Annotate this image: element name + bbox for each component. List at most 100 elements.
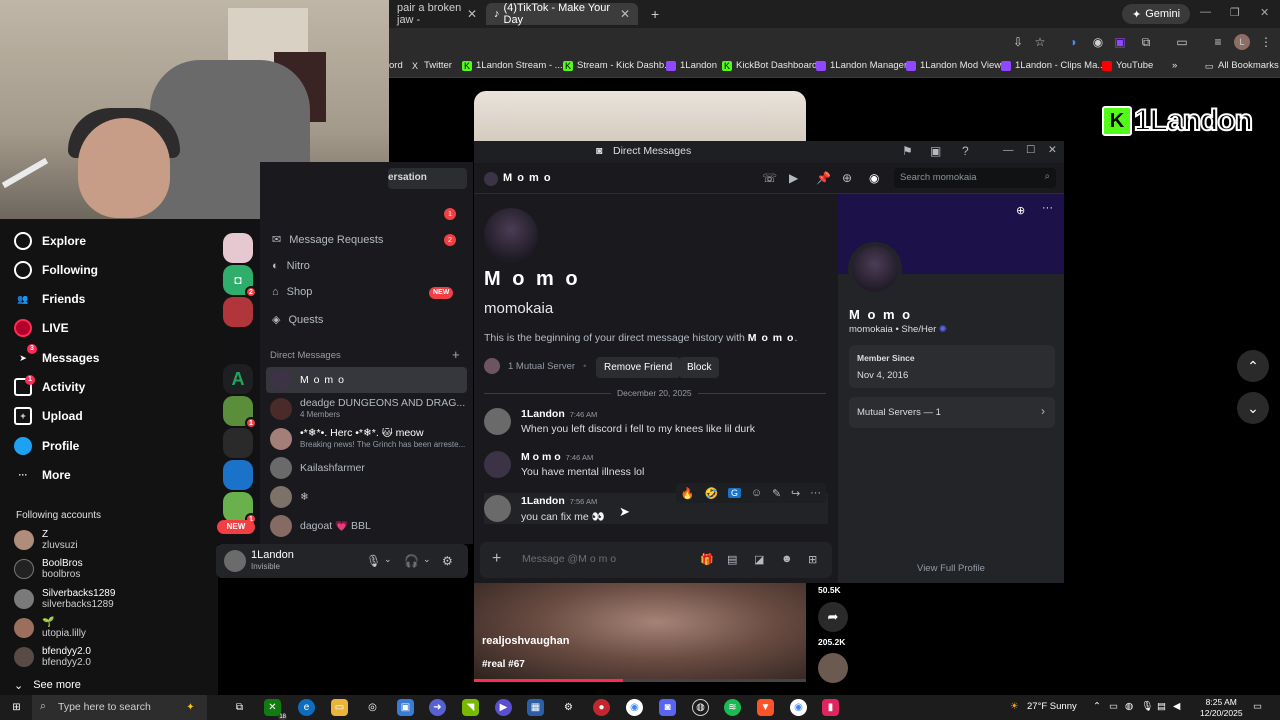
following-account[interactable]: bfendyy2.0 bfendyy2.0 [14, 646, 91, 668]
volume-icon[interactable]: ◀ [1173, 701, 1180, 712]
search-input[interactable]: Search momokaia ⌕ [894, 168, 1056, 188]
server-icon[interactable] [223, 233, 253, 263]
user-profile-icon[interactable]: ◉ [869, 171, 879, 185]
previous-video-button[interactable]: ⌃ [1237, 350, 1269, 382]
gear-icon[interactable]: ⚙ [442, 554, 453, 568]
minimize-icon[interactable]: — [1003, 144, 1014, 156]
flag-icon[interactable]: ⚑ [902, 144, 913, 158]
mutual-servers[interactable]: 1 Mutual Server • [484, 358, 586, 374]
nav-following[interactable]: Following [14, 261, 98, 279]
gift-icon[interactable]: 🎁 [700, 553, 714, 566]
xbox-icon[interactable]: ✕ 18 [264, 699, 287, 720]
see-more-link[interactable]: ⌄ See more [14, 679, 81, 692]
chevron-right-icon[interactable]: » [1172, 60, 1177, 71]
video-call-icon[interactable]: ▶ [789, 171, 798, 185]
create-dm-button[interactable]: + [452, 347, 460, 362]
bookmark-item[interactable]: K 1Landon Stream - ... [462, 60, 563, 71]
bookmark-item[interactable]: K KickBot Dashboard [722, 60, 817, 71]
chevron-up-icon[interactable]: ⌃ [1093, 701, 1101, 712]
tab-close-icon[interactable]: ✕ [467, 7, 477, 21]
tray-icon[interactable]: ◍ [1125, 701, 1133, 712]
dm-nav-quests[interactable]: ◈ Quests [272, 313, 323, 327]
system-clock[interactable]: 8:25 AM 12/20/2025 [1200, 697, 1243, 719]
install-icon[interactable]: ⇩ [1010, 34, 1026, 50]
kebab-menu-icon[interactable]: ⋮ [1258, 34, 1274, 50]
all-bookmarks[interactable]: ▭ All Bookmarks [1204, 60, 1279, 71]
bookmark-youtube[interactable]: YouTube [1102, 60, 1153, 71]
microphone-icon[interactable]: 🎙 [1141, 701, 1153, 712]
emoji-icon[interactable]: ☻ [781, 553, 793, 565]
tab-close-icon[interactable]: ✕ [620, 7, 630, 21]
app-icon[interactable]: ▶ [495, 699, 512, 716]
next-video-button[interactable]: ⌄ [1237, 392, 1269, 424]
add-reaction-icon[interactable]: ☺ [751, 487, 762, 499]
minimize-icon[interactable]: — [1200, 6, 1211, 18]
inbox-icon[interactable]: ▣ [930, 144, 941, 158]
server-icon[interactable] [223, 297, 253, 327]
extension-icon[interactable]: ◗ [1066, 34, 1082, 50]
following-account[interactable]: Silverbacks1289 silverbacks1289 [14, 588, 115, 610]
sparkle-icon[interactable]: ✦ [182, 699, 199, 716]
dm-nav-shop[interactable]: ⌂ Shop NEW [272, 286, 454, 299]
server-icon[interactable] [223, 460, 253, 490]
tab-search-icon[interactable]: ≡ [1210, 34, 1226, 50]
bookmark-item[interactable]: K Stream - Kick Dashb... [563, 60, 672, 71]
nav-messages[interactable]: ➤ 3 Messages [14, 344, 99, 367]
reply-icon[interactable]: ↪ [791, 487, 800, 500]
server-icon[interactable]: 1 [223, 492, 257, 525]
gif-icon[interactable]: ▤ [727, 553, 737, 566]
following-account[interactable]: Zzluvsuzi [14, 529, 78, 551]
store-icon[interactable]: ▣ [397, 699, 414, 716]
extension-icon[interactable]: ◉ [1090, 34, 1106, 50]
remove-friend-button[interactable]: Remove Friend [596, 357, 681, 378]
chevron-down-icon[interactable]: ⌄ [423, 554, 431, 565]
video-username[interactable]: realjoshvaughan [482, 635, 569, 647]
server-icon[interactable]: ◘ 2 [223, 265, 257, 298]
add-friend-icon[interactable]: ⊕ [842, 171, 852, 185]
profile-avatar[interactable] [848, 242, 902, 296]
spotify-icon[interactable]: ≋ [724, 699, 741, 716]
nav-live[interactable]: LIVE [14, 319, 69, 337]
video-progress-bar[interactable] [474, 679, 806, 682]
dm-item[interactable]: dagoat 💗 BBL [266, 513, 467, 539]
block-button[interactable]: Block [679, 357, 720, 378]
tray-icon[interactable]: ▭ [1109, 701, 1118, 712]
nav-activity[interactable]: 1 Activity [14, 375, 85, 396]
twitch-extension-icon[interactable]: ▣ [1112, 34, 1128, 50]
tiktok-video-top[interactable] [474, 91, 806, 141]
dm-nav-nitro[interactable]: ◐ Nitro [272, 260, 310, 272]
help-icon[interactable]: ? [962, 144, 969, 158]
server-icon[interactable]: A [223, 364, 253, 394]
server-icon[interactable]: 1 [223, 396, 257, 429]
add-friend-icon[interactable]: ⊕ [1016, 204, 1025, 217]
file-explorer-icon[interactable]: ▭ [331, 699, 348, 716]
puzzle-icon[interactable]: ⧉ [1138, 34, 1154, 50]
laughing-emoji-icon[interactable]: 🤣 [704, 487, 718, 500]
tab-broken-jaw[interactable]: pair a broken jaw - ✕ [389, 2, 485, 26]
nav-more[interactable]: ··· More [14, 466, 71, 484]
app-icon[interactable]: ● [593, 699, 610, 716]
close-icon[interactable]: ✕ [1048, 144, 1057, 156]
chrome-icon[interactable]: ◉ [790, 699, 807, 716]
sticker-icon[interactable]: ◪ [754, 553, 764, 566]
chevron-down-icon[interactable]: ⌄ [384, 554, 392, 565]
video-hashtags[interactable]: #real #67 [482, 659, 525, 670]
sidepanel-icon[interactable]: ▭ [1174, 34, 1190, 50]
nav-friends[interactable]: 👥 Friends [14, 290, 85, 308]
task-view-icon[interactable]: ⧉ [231, 699, 248, 716]
windows-start-icon[interactable]: ⊞ [8, 699, 25, 716]
fire-emoji-icon[interactable]: 🔥 [681, 487, 695, 500]
close-icon[interactable]: ✕ [1260, 6, 1269, 19]
avatar[interactable]: L [1234, 34, 1250, 50]
avatar[interactable] [818, 653, 848, 683]
dm-item[interactable]: ❄ [266, 484, 467, 510]
bookmark-item[interactable]: 1Landon Mod View [906, 60, 1001, 71]
find-conversation-button[interactable]: ersation [388, 168, 467, 189]
brave-icon[interactable]: ▼ [757, 699, 774, 716]
weather-text[interactable]: 27°F Sunny [1027, 701, 1077, 712]
more-icon[interactable]: ··· [810, 487, 821, 499]
edit-icon[interactable]: ✎ [772, 487, 781, 500]
bookmark-item[interactable]: 1Landon - Clips Ma... [1001, 60, 1105, 71]
new-tab-button[interactable]: + [643, 3, 661, 25]
apps-icon[interactable]: ⊞ [808, 553, 817, 566]
